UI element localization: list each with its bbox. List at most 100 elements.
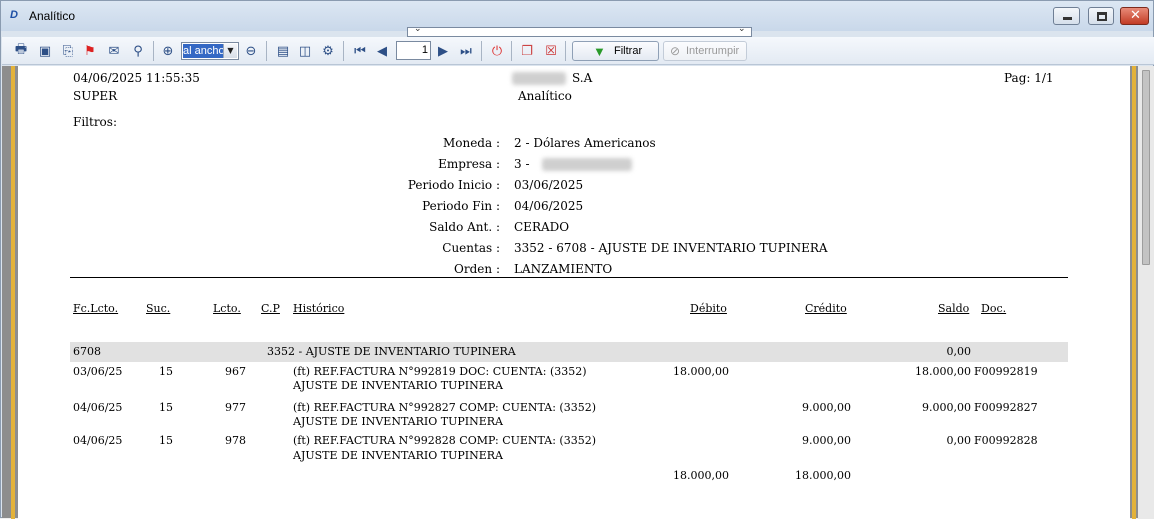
row-saldo: 0,00 xyxy=(946,434,972,447)
vertical-scrollbar[interactable] xyxy=(1138,66,1154,519)
row-credito: 9.000,00 xyxy=(802,434,851,447)
page-number-input[interactable]: 1 xyxy=(396,41,431,60)
row-historico-2: AJUSTE DE INVENTARIO TUPINERA xyxy=(293,379,503,392)
filter-label: Periodo Inicio : xyxy=(407,178,500,192)
report-page xyxy=(18,66,1130,519)
chevron-down-icon: ⌄ xyxy=(414,24,422,34)
col-header-suc: Suc. xyxy=(146,302,171,315)
funnel-icon: ▼ xyxy=(593,44,606,59)
filter-label: Orden : xyxy=(454,262,500,276)
toolbar-separator xyxy=(343,41,344,61)
chevron-down-icon: ▼ xyxy=(223,44,237,58)
account-group-row xyxy=(70,342,1068,362)
report-user: SUPER xyxy=(73,89,118,103)
filter-value: 04/06/2025 xyxy=(514,199,584,213)
report-selector-dropdown[interactable]: ⌄ ⌄ xyxy=(407,24,752,37)
report-title: Analítico xyxy=(518,89,572,103)
toolbar-separator xyxy=(153,41,154,61)
scrollbar-thumb[interactable] xyxy=(1142,70,1150,265)
col-header-lcto: Lcto. xyxy=(213,302,241,315)
filter-value: 03/06/2025 xyxy=(514,178,584,192)
row-doc: F00992828 xyxy=(974,434,1038,447)
total-credito: 18.000,00 xyxy=(795,469,851,482)
row-doc: F00992827 xyxy=(974,401,1038,414)
filter-value: 3352 - 6708 - AJUSTE DE INVENTARIO TUPIN… xyxy=(514,241,828,255)
row-lcto: 977 xyxy=(225,401,246,414)
page-border-left xyxy=(11,66,15,519)
row-suc: 15 xyxy=(159,401,173,414)
stop-icon[interactable]: ⏻ xyxy=(488,42,506,60)
close-report-icon[interactable]: ☒ xyxy=(542,42,560,60)
zoom-out-icon[interactable]: ⊖ xyxy=(242,42,260,60)
zoom-in-icon[interactable]: ⊕ xyxy=(159,42,177,60)
close-icon: ✕ xyxy=(1130,8,1141,23)
window-title: Analítico xyxy=(29,9,76,23)
interrupt-label: Interrumpir xyxy=(686,45,740,57)
app-logo-icon: D xyxy=(10,9,18,21)
row-fecha: 04/06/25 xyxy=(73,434,123,447)
find-icon[interactable]: ⚲ xyxy=(129,42,147,60)
minimize-icon xyxy=(1063,17,1072,20)
row-historico: (ft) REF.FACTURA N°992828 COMP: CUENTA: … xyxy=(293,434,596,447)
interrupt-icon: ⊘ xyxy=(670,44,681,58)
report-toolbar: 🖶 ▣ ⎘ ⚑ ✉ ⚲ ⊕ al ancho ▼ ⊖ ▤ ◫ ⚙ ⏮ ◀ 1 ▶… xyxy=(2,37,1154,65)
row-lcto: 978 xyxy=(225,434,246,447)
row-suc: 15 xyxy=(159,365,173,378)
row-fecha: 04/06/25 xyxy=(73,401,123,414)
col-header-cp: C.P xyxy=(261,302,280,315)
prev-page-icon[interactable]: ◀ xyxy=(373,42,391,60)
minimize-button[interactable] xyxy=(1053,7,1080,25)
redacted-company-name xyxy=(512,72,566,85)
page-border-right xyxy=(1132,66,1136,519)
filter-label: Filtrar xyxy=(614,45,643,57)
export-icon[interactable]: ⎘ xyxy=(59,42,77,60)
toolbar-separator xyxy=(266,41,267,61)
filter-label: Empresa : xyxy=(438,157,500,171)
save-icon[interactable]: ▣ xyxy=(36,42,54,60)
copy-icon[interactable]: ❐ xyxy=(518,42,536,60)
filter-label: Saldo Ant. : xyxy=(429,220,500,234)
maximize-button[interactable] xyxy=(1088,7,1114,25)
col-header-doc: Doc. xyxy=(981,302,1007,315)
chevron-down-icon: ⌄ xyxy=(738,24,746,34)
email-icon[interactable]: ✉ xyxy=(105,42,123,60)
report-datetime: 04/06/2025 11:55:35 xyxy=(73,71,200,85)
pdf-icon[interactable]: ⚑ xyxy=(81,42,99,60)
col-header-saldo: Saldo xyxy=(938,302,970,315)
last-page-icon[interactable]: ⏭ xyxy=(457,42,475,60)
report-window: D Analítico ✕ ⌄ ⌄ 🖶 ▣ ⎘ ⚑ ✉ ⚲ ⊕ al ancho… xyxy=(0,0,1154,519)
row-debito: 18.000,00 xyxy=(673,365,729,378)
interrupt-button[interactable]: ⊘ Interrumpir xyxy=(663,41,747,61)
next-page-icon[interactable]: ▶ xyxy=(434,42,452,60)
close-button[interactable]: ✕ xyxy=(1120,7,1149,25)
page-setup-icon[interactable]: ⚙ xyxy=(319,42,337,60)
row-doc: F00992819 xyxy=(974,365,1038,378)
print-icon[interactable]: 🖶 xyxy=(12,42,30,60)
row-fecha: 03/06/25 xyxy=(73,365,123,378)
header-divider xyxy=(70,277,1068,278)
toolbar-separator xyxy=(565,41,566,61)
zoom-value: al ancho xyxy=(183,44,223,58)
filter-value: 3 - xyxy=(514,157,530,171)
filter-button[interactable]: ▼ Filtrar xyxy=(572,41,659,61)
row-historico-2: AJUSTE DE INVENTARIO TUPINERA xyxy=(293,415,503,428)
total-debito: 18.000,00 xyxy=(673,469,729,482)
first-page-icon[interactable]: ⏮ xyxy=(351,42,369,60)
col-header-credito: Crédito xyxy=(805,302,847,315)
filter-value: 2 - Dólares Americanos xyxy=(514,136,656,150)
page-counter: Pag: 1/1 xyxy=(1004,71,1054,85)
row-suc: 15 xyxy=(159,434,173,447)
zoom-select[interactable]: al ancho ▼ xyxy=(181,42,239,60)
two-page-icon[interactable]: ◫ xyxy=(296,42,314,60)
maximize-icon xyxy=(1097,12,1107,21)
filter-label: Moneda : xyxy=(442,136,500,150)
company-suffix: S.A xyxy=(572,71,593,85)
col-header-debito: Débito xyxy=(690,302,727,315)
single-page-icon[interactable]: ▤ xyxy=(274,42,292,60)
group-description: 3352 - AJUSTE DE INVENTARIO TUPINERA xyxy=(267,345,516,358)
toolbar-separator xyxy=(481,41,482,61)
filter-value: CERADO xyxy=(514,220,570,234)
filter-label: Periodo Fin : xyxy=(422,199,500,213)
row-historico: (ft) REF.FACTURA N°992827 COMP: CUENTA: … xyxy=(293,401,596,414)
row-credito: 9.000,00 xyxy=(802,401,851,414)
